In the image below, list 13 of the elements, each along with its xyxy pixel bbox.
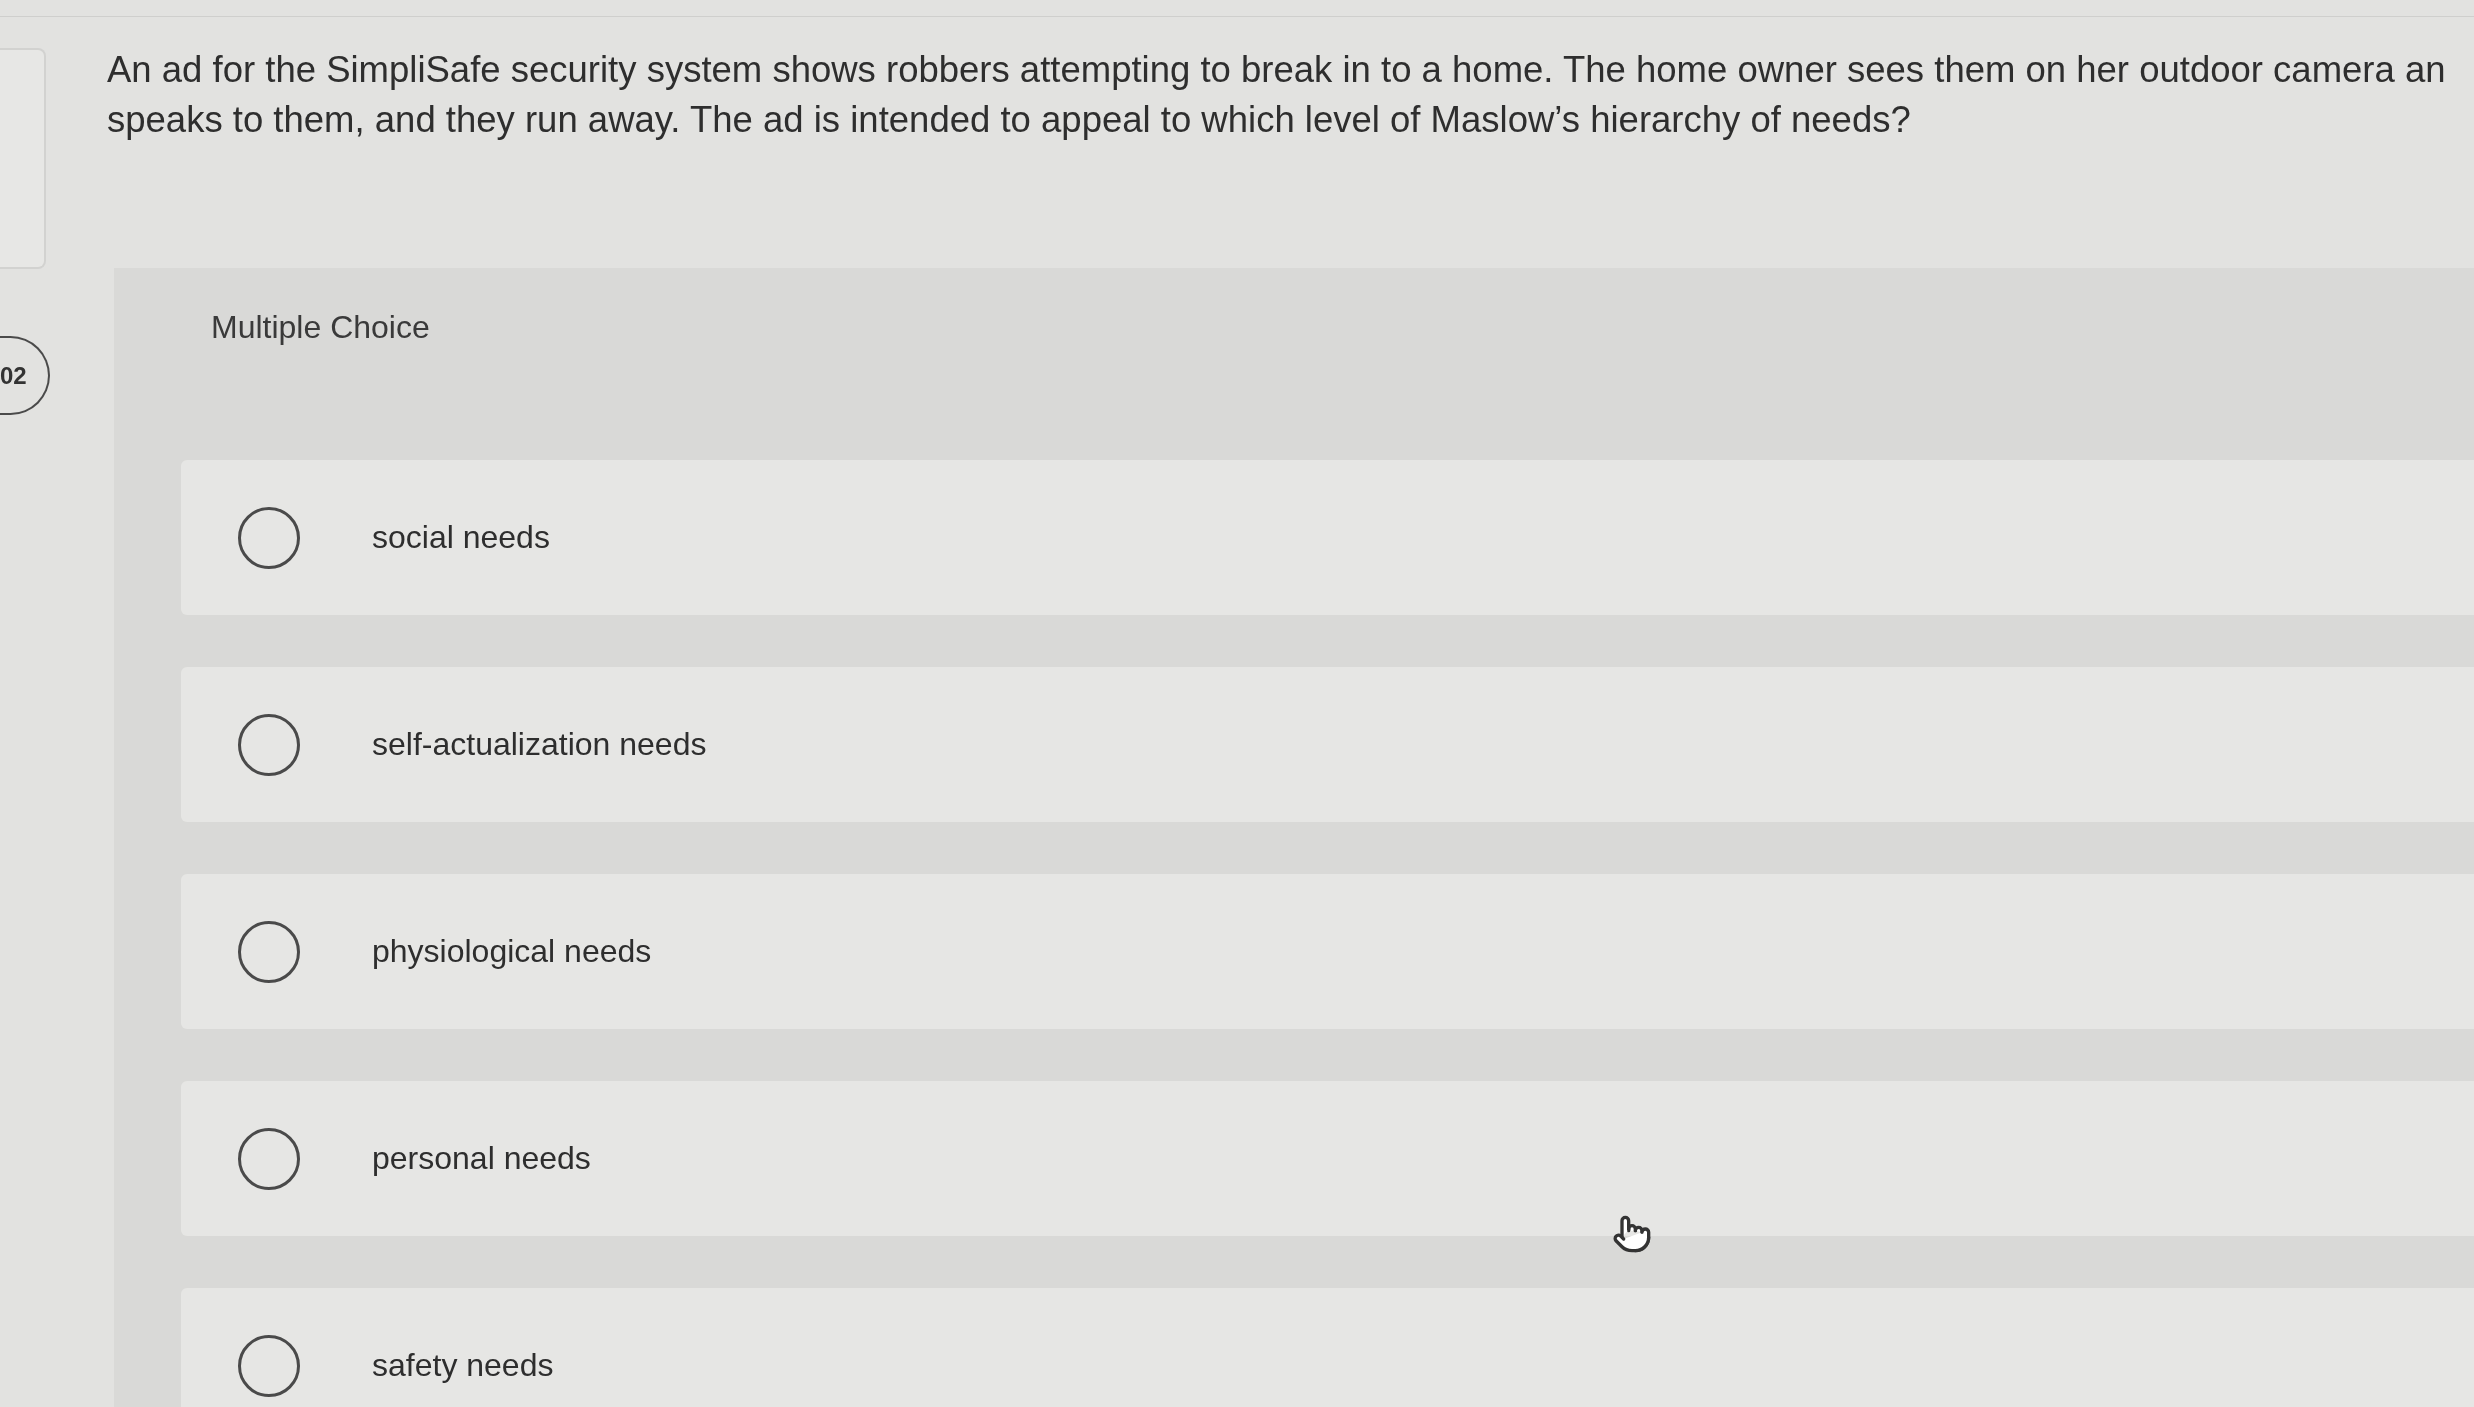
answer-option[interactable]: social needs [181, 460, 2474, 615]
answer-option[interactable]: self-actualization needs [181, 667, 2474, 822]
radio-button[interactable] [238, 1127, 300, 1190]
answer-option[interactable]: safety needs [181, 1288, 2474, 1407]
question-text: An ad for the SimpliSafe security system shows robbers attempting to break in to a home. The home owner sees them on her outdoor camera an speaks to them, and they run away. The ad is intended to appeal to which level of Maslow’s hierarchy of needs? [107, 48, 2446, 142]
radio-button[interactable] [238, 713, 300, 776]
radio-button[interactable] [238, 506, 300, 569]
radio-button[interactable] [238, 1334, 300, 1397]
question-number[interactable]: 02 [0, 336, 50, 415]
radio-button[interactable] [238, 920, 300, 983]
answer-option[interactable]: personal needs [181, 1081, 2474, 1236]
answer-option[interactable]: physiological needs [181, 874, 2474, 1029]
question-type-label: Multiple Choice [211, 309, 430, 345]
